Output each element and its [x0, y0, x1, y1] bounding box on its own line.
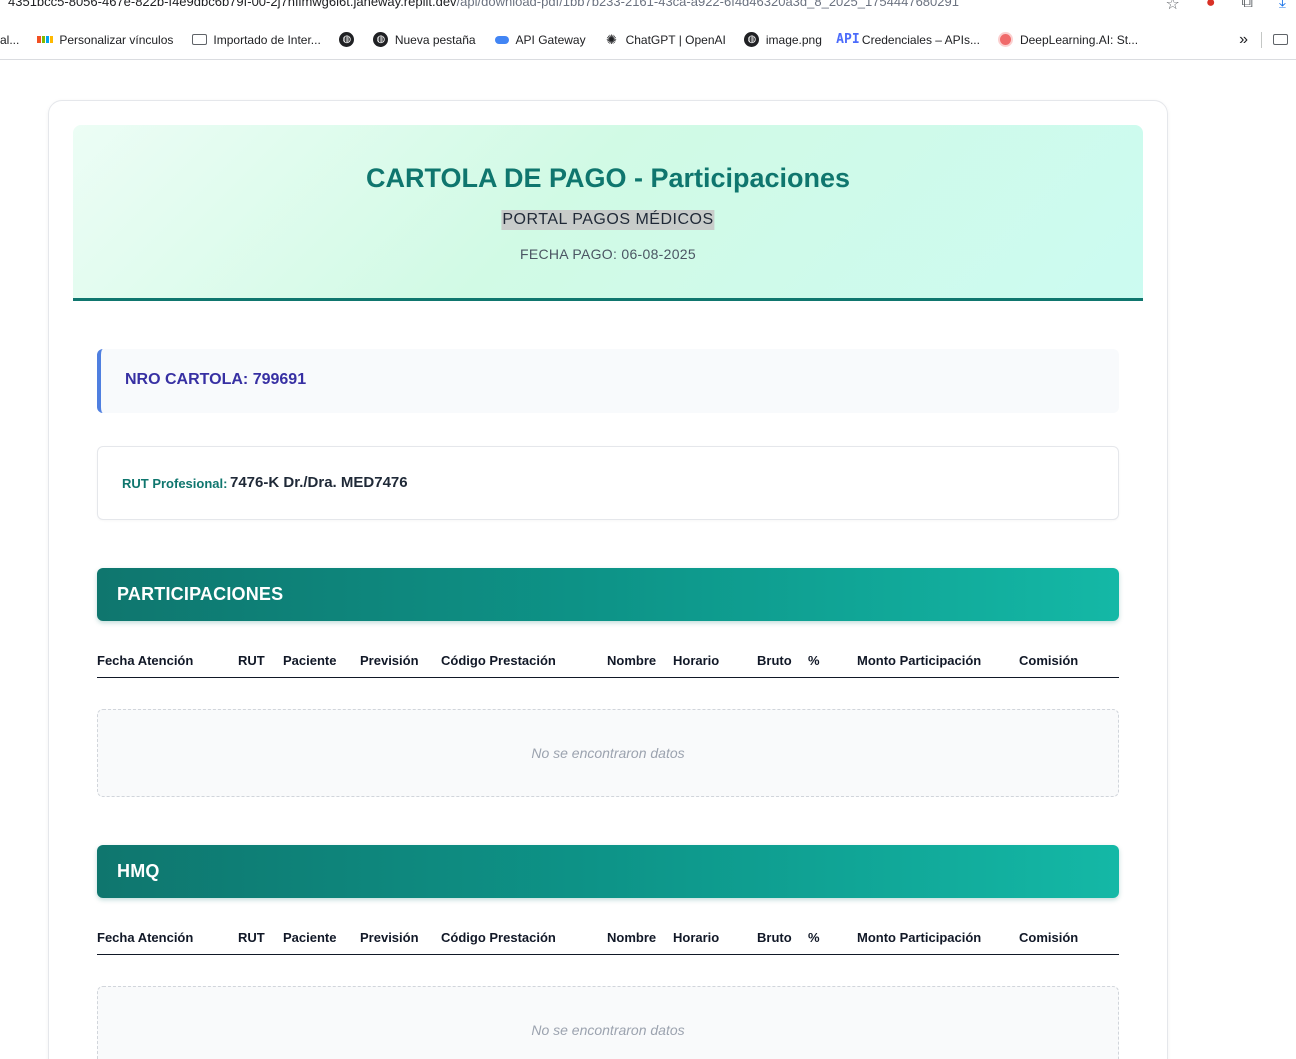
address-bar-actions: ☆ ● ⧉ ⤓	[1165, 0, 1296, 14]
bookmark-item-credenciales[interactable]: API Credenciales – APIs...	[831, 27, 989, 53]
payment-date: FECHA PAGO: 06-08-2025	[520, 246, 696, 262]
all-bookmarks-folder-icon[interactable]	[1273, 34, 1288, 45]
bookmark-star-icon[interactable]: ☆	[1165, 0, 1179, 14]
url-path: /api/download-pdf/1bb7b233-2161-43ca-a92…	[456, 0, 959, 9]
bookmark-item-importado[interactable]: Importado de Inter...	[182, 27, 329, 53]
bookmarks-bar: al... Personalizar vínculos Importado de…	[0, 20, 1296, 60]
bookmark-item-nueva-pestana[interactable]: ◍ Nueva pestaña	[364, 27, 485, 53]
bookmark-item-partial[interactable]: al...	[0, 27, 28, 53]
column-header: %	[808, 653, 820, 668]
column-header: Paciente	[283, 653, 337, 668]
column-header: Fecha Atención	[97, 653, 194, 668]
column-header: Bruto	[757, 930, 792, 945]
cartola-number: NRO CARTOLA: 799691	[125, 371, 307, 388]
api-icon: API	[836, 32, 860, 47]
bookmark-label: ChatGPT | OpenAI	[625, 32, 726, 47]
globe-icon: ◍	[373, 32, 389, 48]
column-header: Fecha Atención	[97, 930, 194, 945]
section-header-participaciones: PARTICIPACIONES	[97, 568, 1119, 621]
cartola-header: CARTOLA DE PAGO - Participaciones PORTAL…	[73, 125, 1143, 301]
download-icon[interactable]: ⤓	[1279, 0, 1286, 14]
section-title: PARTICIPACIONES	[117, 584, 284, 604]
bookmark-item-globe[interactable]: ◍	[330, 27, 364, 53]
cartola-document: CARTOLA DE PAGO - Participaciones PORTAL…	[48, 100, 1168, 1059]
column-header: Paciente	[283, 930, 337, 945]
empty-state-hmq: No se encontraron datos	[97, 986, 1119, 1059]
column-header: Previsión	[360, 930, 419, 945]
bookmark-label: DeepLearning.AI: St...	[1019, 32, 1139, 47]
column-header: Monto Participación	[857, 930, 982, 945]
openai-icon: ✺	[606, 31, 618, 47]
deeplearning-icon	[998, 32, 1014, 48]
column-header: Nombre	[607, 930, 657, 945]
more-bookmarks-button[interactable]: »	[1239, 31, 1248, 49]
rut-value: 7476-K Dr./Dra. MED7476	[230, 474, 408, 491]
column-header: Horario	[673, 653, 720, 668]
bookmarks-divider	[1261, 32, 1262, 48]
bookmark-label: Nueva pestaña	[394, 32, 476, 47]
portal-subtitle: PORTAL PAGOS MÉDICOS	[501, 210, 715, 230]
column-header: Bruto	[757, 653, 792, 668]
address-bar[interactable]: 4351bcc5-8056-467e-822b-f4e9dbc6b79f-00-…	[0, 0, 1296, 20]
folder-icon	[191, 32, 207, 48]
column-header: Monto Participación	[857, 653, 982, 668]
extension-icon[interactable]: ●	[1206, 0, 1216, 14]
extensions-puzzle-icon[interactable]: ⧉	[1241, 0, 1252, 14]
cartola-number-box: NRO CARTOLA: 799691	[97, 349, 1119, 413]
bookmark-item-chatgpt[interactable]: ✺ ChatGPT | OpenAI	[595, 27, 735, 53]
globe-icon: ◍	[339, 32, 355, 48]
bookmark-item-image-png[interactable]: ◍ image.png	[735, 27, 831, 53]
bookmark-item-deeplearning[interactable]: DeepLearning.AI: St...	[989, 27, 1147, 53]
column-header: RUT	[238, 653, 265, 668]
rut-label: RUT Profesional:	[122, 476, 228, 491]
section-title: HMQ	[117, 861, 160, 881]
bookmark-label: Importado de Inter...	[213, 32, 321, 47]
column-header: RUT	[238, 930, 265, 945]
empty-state-participaciones: No se encontraron datos	[97, 709, 1119, 797]
microsoft-icon	[37, 32, 54, 48]
professional-info-box: RUT Profesional: 7476-K Dr./Dra. MED7476	[97, 446, 1119, 520]
column-header: %	[808, 930, 820, 945]
bookmark-item-api-gateway[interactable]: API Gateway	[485, 27, 595, 53]
url-text[interactable]: 4351bcc5-8056-467e-822b-f4e9dbc6b79f-00-…	[8, 0, 959, 9]
column-header: Nombre	[607, 653, 657, 668]
section-header-hmq: HMQ	[97, 845, 1119, 898]
bookmark-label: al...	[0, 32, 20, 47]
empty-message: No se encontraron datos	[531, 1022, 685, 1038]
table-header-hmq: Fecha Atención RUT Paciente Previsión Có…	[97, 925, 1119, 955]
bookmark-label: API Gateway	[515, 32, 586, 47]
bookmark-label: Personalizar vínculos	[59, 32, 174, 47]
column-header: Código Prestación	[441, 653, 556, 668]
column-header: Horario	[673, 930, 720, 945]
empty-message: No se encontraron datos	[531, 745, 685, 761]
table-header-participaciones: Fecha Atención RUT Paciente Previsión Có…	[97, 648, 1119, 678]
column-header: Comisión	[1019, 930, 1079, 945]
bookmark-label: image.png	[765, 32, 822, 47]
column-header: Código Prestación	[441, 930, 556, 945]
url-host: 4351bcc5-8056-467e-822b-f4e9dbc6b79f-00-…	[8, 0, 457, 9]
bookmark-label: Credenciales – APIs...	[861, 32, 980, 47]
globe-icon: ◍	[744, 32, 760, 48]
page-title: CARTOLA DE PAGO - Participaciones	[365, 163, 851, 193]
column-header: Comisión	[1019, 653, 1079, 668]
bookmark-item-personalizar[interactable]: Personalizar vínculos	[28, 27, 182, 53]
cloud-icon	[494, 32, 510, 48]
column-header: Previsión	[360, 653, 419, 668]
